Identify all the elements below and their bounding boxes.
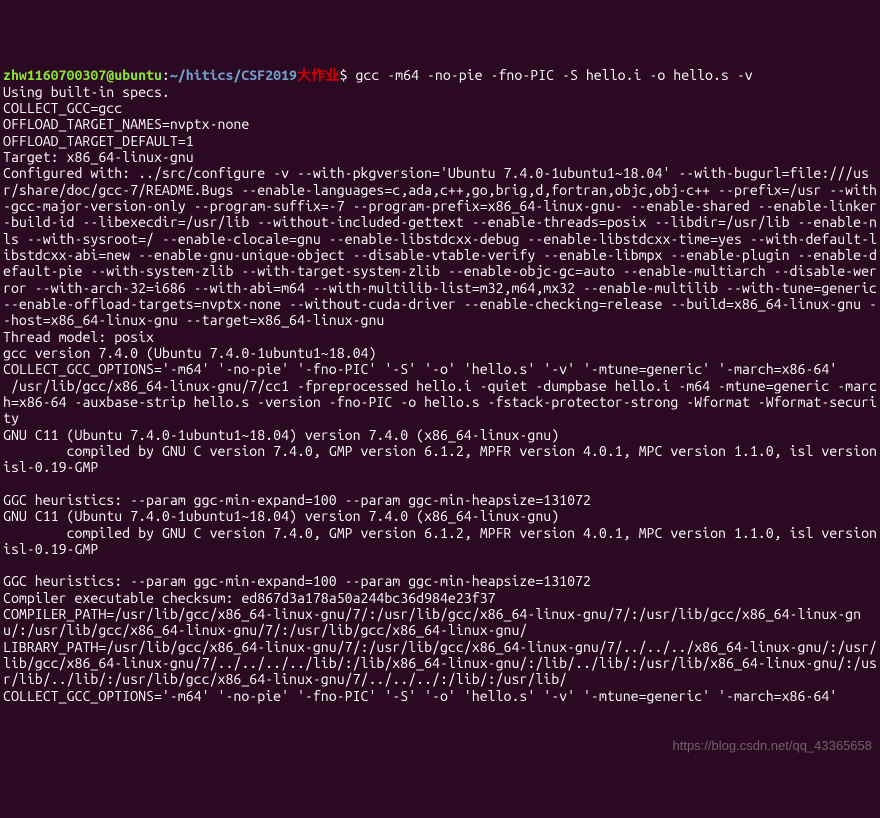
terminal-command: gcc -m64 -no-pie -fno-PIC -S hello.i -o … bbox=[355, 67, 752, 83]
terminal-output: Using built-in specs. COLLECT_GCC=gcc OF… bbox=[3, 84, 880, 704]
watermark-text: https://blog.csdn.net/qq_43365658 bbox=[673, 739, 873, 754]
terminal[interactable]: zhw1160700307@ubuntu:~/hitics/CSF2019大作业… bbox=[3, 67, 877, 704]
prompt-cwd-cjk: 大作业 bbox=[297, 67, 340, 83]
prompt-dollar: $ bbox=[340, 67, 356, 83]
prompt-colon: : bbox=[162, 67, 170, 83]
prompt-cwd-prefix: ~/hitics/CSF2019 bbox=[170, 67, 297, 83]
prompt-user-host: zhw1160700307@ubuntu bbox=[3, 67, 162, 83]
